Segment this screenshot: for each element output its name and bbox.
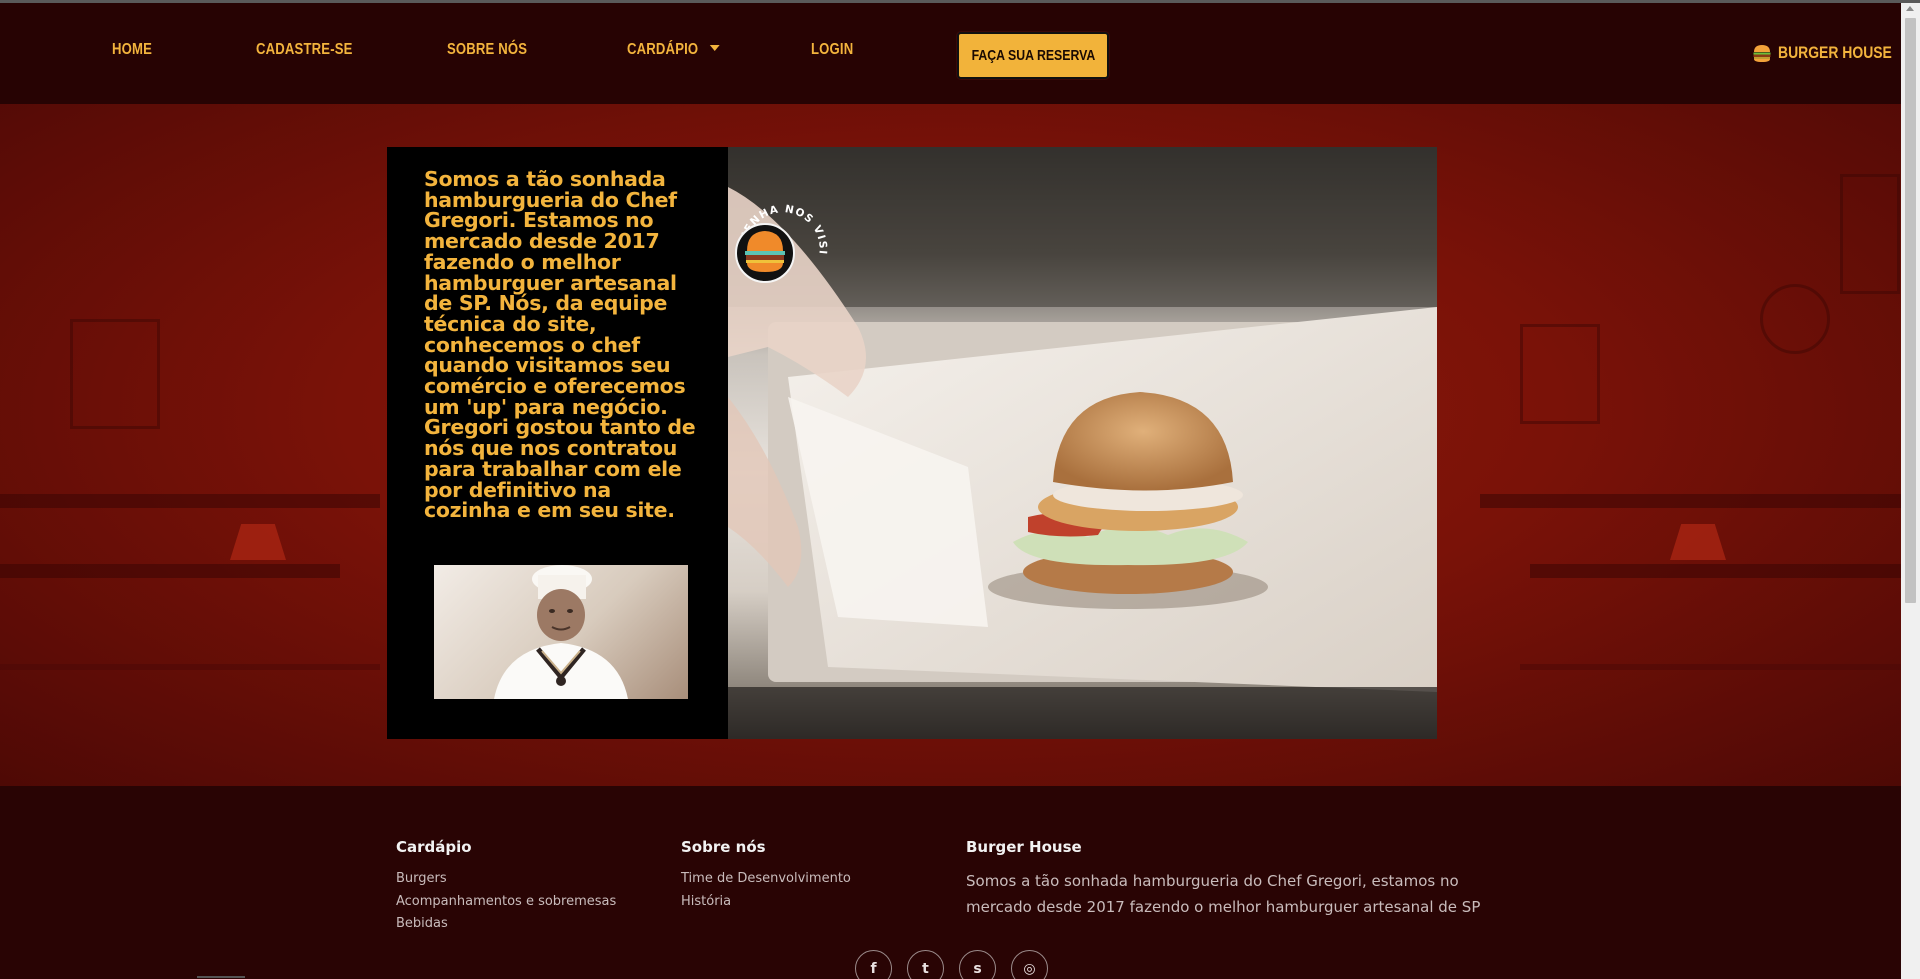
footer-heading-sobre: Sobre nós	[681, 838, 766, 856]
scrollbar-thumb[interactable]	[1905, 18, 1916, 603]
footer-col-cardapio: Cardápio Burgers Acompanhamentos e sobre…	[396, 838, 616, 936]
nav-link-cadastre[interactable]: CADASTRE-SE	[256, 41, 353, 59]
footer-link-burgers[interactable]: Burgers	[396, 868, 616, 891]
hero-section: Somos a tão sonhada hamburgueria do Chef…	[0, 104, 1901, 786]
nav-dropdown-cardapio-label: CARDÁPIO	[627, 41, 699, 58]
social-links: f t s ◎	[855, 950, 1048, 979]
footer-col-sobre: Sobre nós Time de Desenvolvimento Histór…	[681, 838, 851, 913]
about-text: Somos a tão sonhada hamburgueria do Chef…	[424, 167, 696, 523]
snapchat-icon[interactable]: s	[959, 950, 996, 979]
footer-heading-cardapio: Cardápio	[396, 838, 472, 856]
burger-icon	[1753, 45, 1771, 62]
nav-link-login[interactable]: LOGIN	[811, 41, 853, 59]
scroll-up-arrow-icon[interactable]	[1906, 6, 1914, 11]
footer-divider	[197, 976, 245, 978]
about-card: Somos a tão sonhada hamburgueria do Chef…	[387, 147, 1437, 739]
reserve-button-label: FAÇA SUA RESERVA	[971, 47, 1095, 64]
brand-name: BURGER HOUSE	[1778, 43, 1892, 62]
reserve-button[interactable]: FAÇA SUA RESERVA	[957, 32, 1109, 79]
footer-link-bebidas[interactable]: Bebidas	[396, 913, 616, 936]
footer-heading-brand: Burger House	[966, 838, 1082, 856]
footer-link-historia[interactable]: História	[681, 891, 851, 914]
footer-description: Somos a tão sonhada hamburgueria do Chef…	[966, 872, 1481, 916]
instagram-icon[interactable]: ◎	[1011, 950, 1048, 979]
nav-link-home[interactable]: HOME	[112, 41, 152, 59]
footer: Cardápio Burgers Acompanhamentos e sobre…	[0, 786, 1901, 979]
chef-photo	[434, 565, 688, 699]
brand-link[interactable]: BURGER HOUSE	[1752, 43, 1917, 63]
caret-down-icon	[709, 44, 720, 51]
navbar: HOME CADASTRE-SE SOBRE NÓS CARDÁPIO LOGI…	[0, 3, 1901, 104]
nav-link-sobre[interactable]: SOBRE NÓS	[447, 41, 527, 59]
visit-us-badge: VENHA NOS VISITAR!	[722, 173, 837, 292]
nav-dropdown-cardapio[interactable]: CARDÁPIO	[627, 41, 720, 59]
footer-col-brand: Burger House Somos a tão sonhada hamburg…	[966, 838, 1506, 920]
facebook-icon[interactable]: f	[855, 950, 892, 979]
footer-link-acompanhamentos[interactable]: Acompanhamentos e sobremesas	[396, 891, 616, 914]
twitter-icon[interactable]: t	[907, 950, 944, 979]
vertical-scrollbar[interactable]	[1901, 3, 1920, 979]
footer-link-time[interactable]: Time de Desenvolvimento	[681, 868, 851, 891]
